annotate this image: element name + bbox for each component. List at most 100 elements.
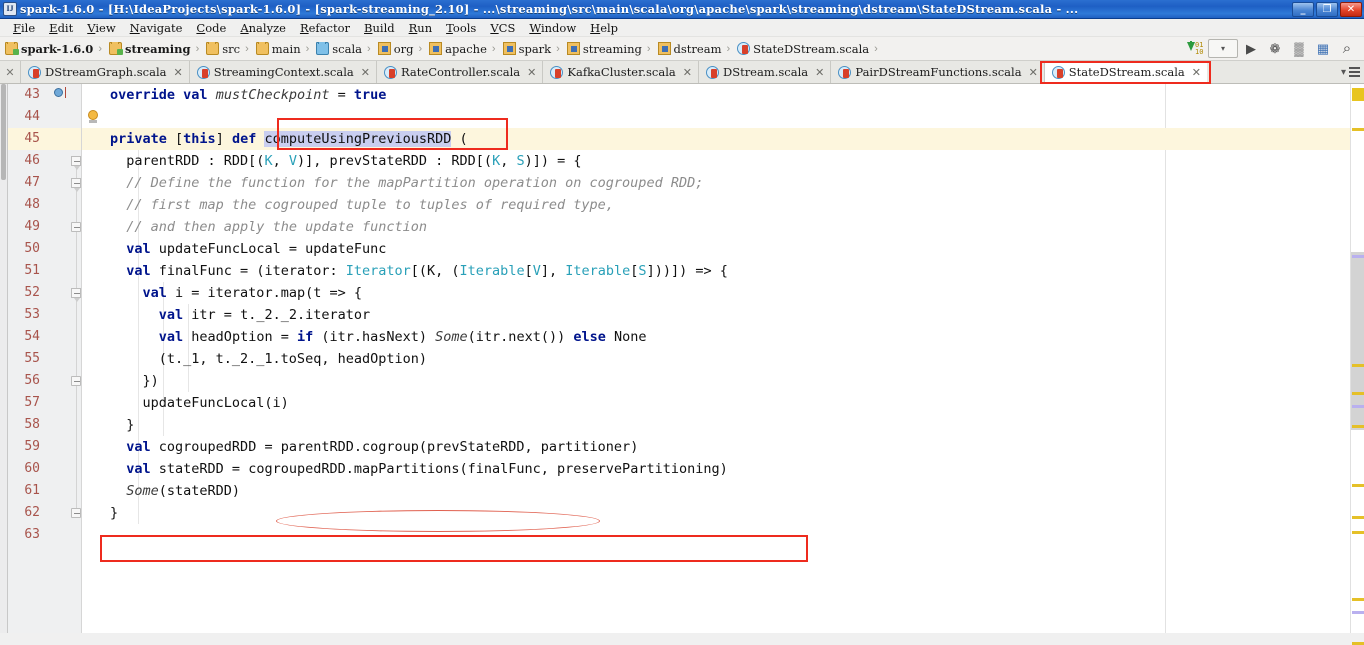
breadcrumb-item-dstream[interactable]: dstream › (657, 42, 737, 56)
maximize-button[interactable]: ❐ (1316, 1, 1338, 17)
fold-toggle-icon[interactable] (71, 178, 81, 192)
search-icon[interactable]: ⌕ (1336, 39, 1358, 59)
breadcrumb-item-spark[interactable]: spark › (502, 42, 566, 56)
tab-close-icon[interactable]: ✕ (1192, 66, 1201, 79)
menu-item-help[interactable]: Help (583, 21, 625, 35)
code-line[interactable]: val stateRDD = cogroupedRDD.mapPartition… (82, 458, 1350, 480)
code-line[interactable]: val cogroupedRDD = parentRDD.cogroup(pre… (82, 436, 1350, 458)
breadcrumb-item-streaming[interactable]: streaming › (108, 41, 205, 56)
menu-item-navigate[interactable]: Navigate (123, 21, 190, 35)
code-line[interactable]: (t._1, t._2._1.toSeq, headOption) (82, 348, 1350, 370)
breadcrumb-item-scala[interactable]: scala › (315, 41, 376, 56)
code-line[interactable]: val headOption = if (itr.hasNext) Some(i… (82, 326, 1350, 348)
vertical-scrollbar-thumb[interactable] (1351, 252, 1364, 430)
code-line[interactable]: parentRDD : RDD[(K, V)], prevStateRDD : … (82, 150, 1350, 172)
code-line[interactable]: val finalFunc = (iterator: Iterator[(K, … (82, 260, 1350, 282)
marker-warning[interactable] (1352, 531, 1364, 534)
code-folding-column[interactable] (70, 84, 82, 633)
menu-item-code[interactable]: Code (189, 21, 233, 35)
intention-bulb-icon[interactable] (86, 110, 100, 125)
coverage-icon[interactable]: ▓ (1288, 39, 1310, 59)
code-line[interactable]: Some(stateRDD) (82, 480, 1350, 502)
code-line[interactable] (82, 106, 1350, 128)
window-title-bar: IJ spark-1.6.0 - [H:\IdeaProjects\spark-… (0, 0, 1364, 19)
run-icon[interactable]: ▶ (1240, 39, 1262, 59)
code-line[interactable]: updateFuncLocal(i) (82, 392, 1350, 414)
editor-tab-kafkacluster-scala[interactable]: KafkaCluster.scala ✕ (542, 61, 698, 83)
code-line[interactable]: override val mustCheckpoint = true (82, 84, 1350, 106)
code-content[interactable]: override val mustCheckpoint = true privat… (82, 84, 1350, 633)
code-line[interactable]: } (82, 502, 1350, 524)
marker-warning[interactable] (1352, 598, 1364, 601)
fold-toggle-icon[interactable] (71, 288, 81, 302)
marker-warning-summary[interactable] (1352, 88, 1364, 101)
code-line[interactable]: // first map the cogrouped tuple to tupl… (82, 194, 1350, 216)
breadcrumb-item-main[interactable]: main › (255, 41, 316, 56)
tab-close-icon[interactable]: ✕ (361, 66, 370, 79)
overriding-method-icon[interactable] (54, 88, 63, 97)
marker-occurrence[interactable] (1352, 255, 1364, 258)
menu-item-refactor[interactable]: Refactor (293, 21, 357, 35)
menu-item-tools[interactable]: Tools (439, 21, 483, 35)
fold-toggle-icon[interactable] (71, 222, 81, 232)
update-project-icon[interactable]: 01 10 (1184, 39, 1206, 59)
minimize-button[interactable]: _ (1292, 1, 1314, 17)
marker-warning[interactable] (1352, 516, 1364, 519)
chevron-down-icon[interactable]: ▾ (1341, 67, 1346, 78)
menu-item-file[interactable]: File (6, 21, 42, 35)
editor-tab-dstream-scala[interactable]: DStream.scala ✕ (697, 61, 831, 83)
breadcrumb-item-src[interactable]: src › (205, 41, 255, 56)
menu-item-run[interactable]: Run (402, 21, 440, 35)
marker-warning[interactable] (1352, 425, 1364, 428)
breadcrumb-item-spark-1-6-0[interactable]: spark-1.6.0 › (4, 41, 108, 56)
editor-tab-pairdstreamfunctions-scala[interactable]: PairDStreamFunctions.scala ✕ (830, 61, 1044, 83)
tab-close-icon[interactable]: ✕ (173, 66, 182, 79)
marker-occurrence[interactable] (1352, 611, 1364, 614)
breadcrumb-item-streaming[interactable]: streaming › (566, 42, 657, 56)
tab-close-icon[interactable]: ✕ (815, 66, 824, 79)
code-line[interactable]: }) (82, 370, 1350, 392)
code-line[interactable]: } (82, 414, 1350, 436)
menu-item-view[interactable]: View (80, 21, 122, 35)
code-line[interactable] (82, 524, 1350, 546)
editor-tab-streamingcontext-scala[interactable]: StreamingContext.scala ✕ (188, 61, 376, 83)
code-line-text: } (110, 505, 119, 521)
code-line[interactable]: // and then apply the update function (82, 216, 1350, 238)
marker-warning[interactable] (1352, 128, 1364, 131)
code-line[interactable]: val updateFuncLocal = updateFunc (82, 238, 1350, 260)
marker-warning[interactable] (1352, 364, 1364, 367)
code-line[interactable]: val itr = t._2._2.iterator (82, 304, 1350, 326)
menu-item-window[interactable]: Window (522, 21, 583, 35)
menu-item-analyze[interactable]: Analyze (233, 21, 293, 35)
run-configuration-dropdown[interactable]: ▾ (1208, 39, 1238, 58)
menu-item-vcs[interactable]: VCS (483, 21, 522, 35)
tab-close-icon[interactable]: ✕ (527, 66, 536, 79)
fold-toggle-icon[interactable] (71, 376, 81, 386)
fold-toggle-icon[interactable] (71, 508, 81, 518)
tab-close-icon[interactable]: ✕ (683, 66, 692, 79)
line-number: 43 (24, 87, 40, 102)
marker-occurrence[interactable] (1352, 405, 1364, 408)
breadcrumb-item-org[interactable]: org › (377, 42, 428, 56)
code-line[interactable]: private [this] def computeUsingPreviousR… (82, 128, 1350, 150)
code-line[interactable]: val i = iterator.map(t => { (82, 282, 1350, 304)
marker-warning[interactable] (1352, 484, 1364, 487)
close-button[interactable]: ✕ (1340, 1, 1362, 17)
editor-tab-dstreamgraph-scala[interactable]: DStreamGraph.scala ✕ (20, 61, 189, 83)
debug-icon[interactable]: ❁ (1264, 39, 1286, 59)
breadcrumb-item-statedstream-scala[interactable]: StateDStream.scala › (736, 42, 884, 56)
breadcrumb-item-apache[interactable]: apache › (428, 42, 501, 56)
menu-item-build[interactable]: Build (357, 21, 402, 35)
close-all-tabs-button[interactable]: ✕ (0, 61, 20, 83)
error-marker-bar[interactable] (1350, 84, 1364, 645)
tab-layout-icon[interactable] (1349, 67, 1360, 77)
project-structure-icon[interactable]: ▦ (1312, 39, 1334, 59)
code-line[interactable]: // Define the function for the mapPartit… (82, 172, 1350, 194)
editor-tab-ratecontroller-scala[interactable]: RateController.scala ✕ (375, 61, 543, 83)
code-line-text: val itr = t._2._2.iterator (158, 307, 371, 323)
tab-close-icon[interactable]: ✕ (1029, 66, 1038, 79)
fold-toggle-icon[interactable] (71, 156, 81, 170)
menu-item-edit[interactable]: Edit (42, 21, 80, 35)
editor-tab-statedstream-scala[interactable]: StateDStream.scala ✕ (1043, 61, 1207, 83)
marker-warning[interactable] (1352, 392, 1364, 395)
